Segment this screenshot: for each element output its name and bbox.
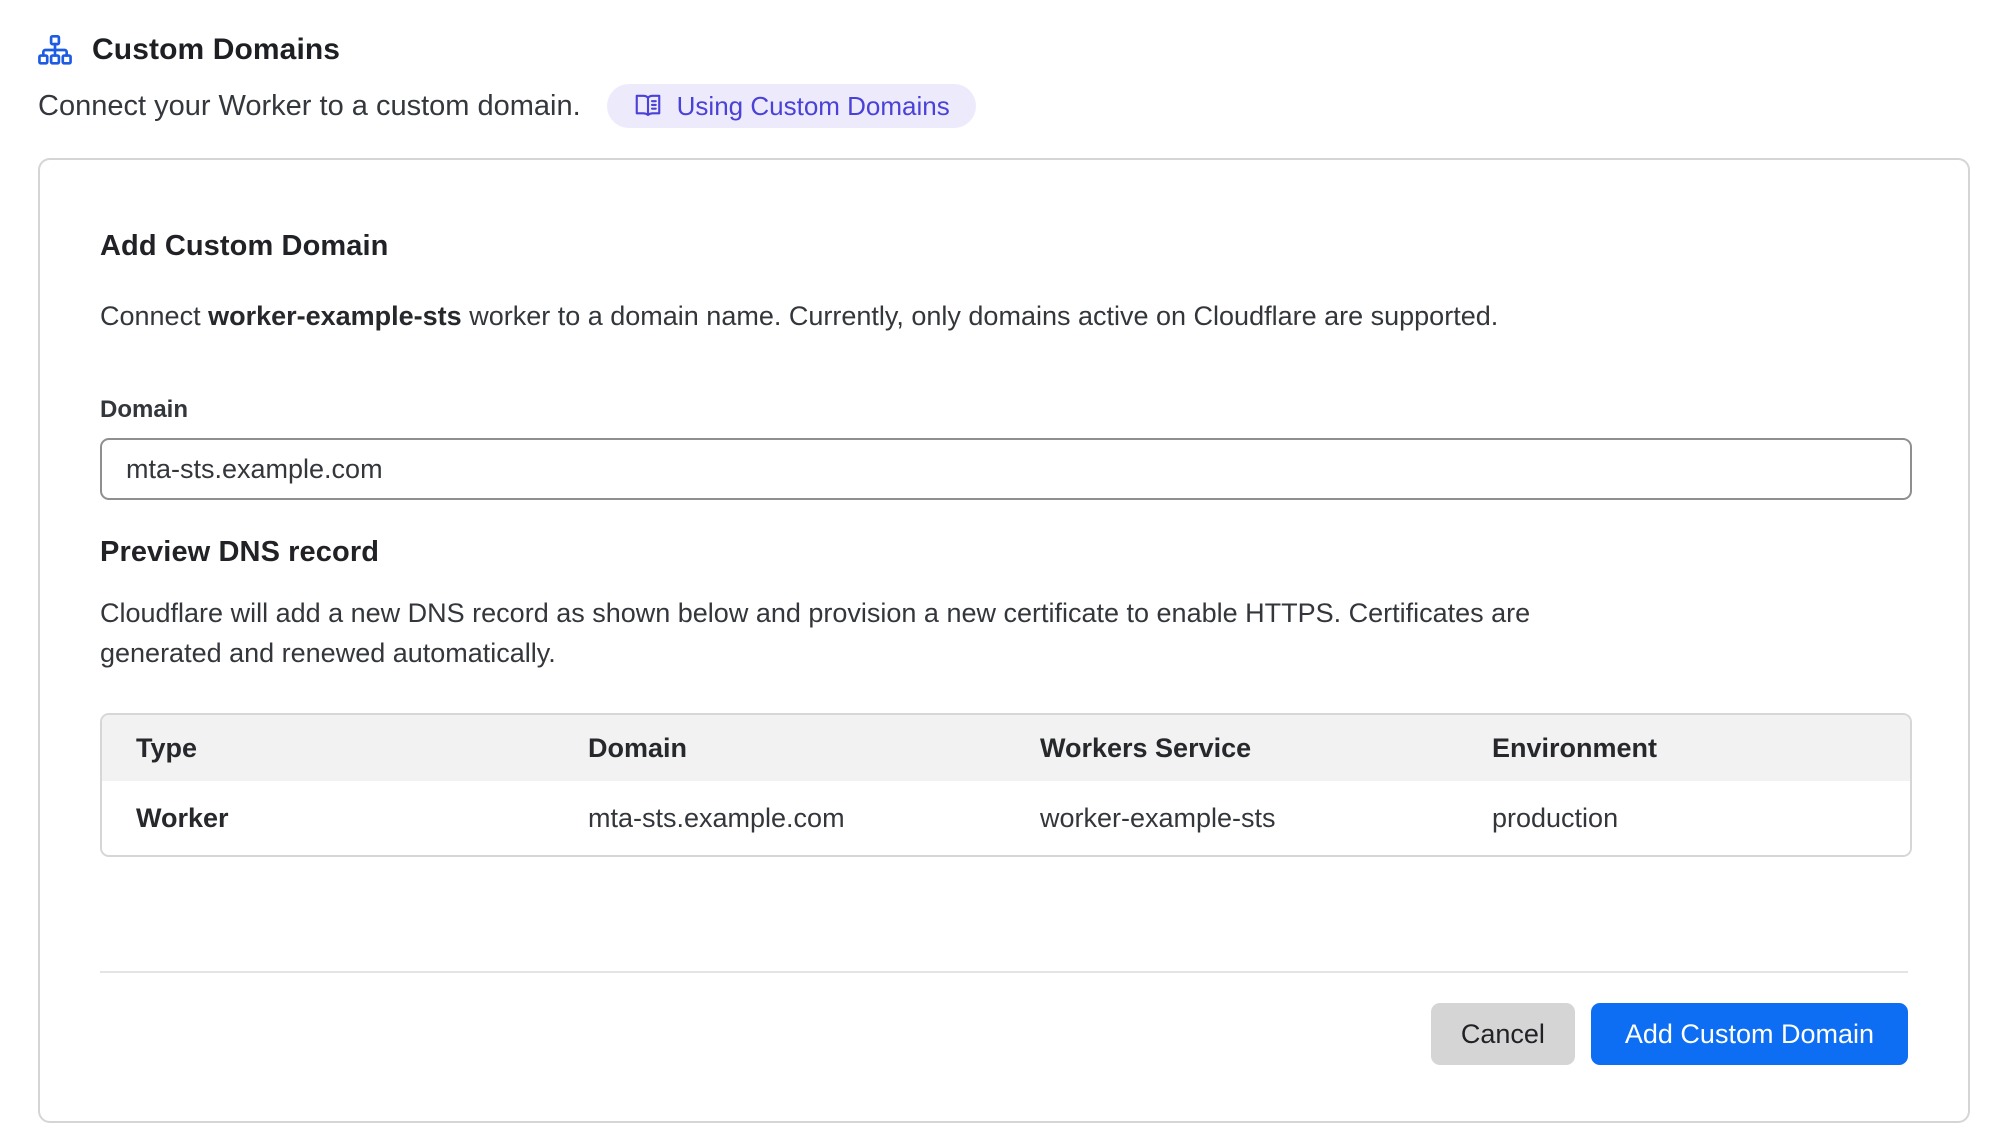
domain-field-label: Domain (100, 396, 1908, 424)
column-header-environment: Environment (1458, 715, 1910, 781)
page-title: Custom Domains (92, 33, 340, 67)
cell-workers-service: worker-example-sts (1006, 781, 1458, 855)
doc-link-label: Using Custom Domains (677, 91, 950, 122)
preview-dns-heading: Preview DNS record (100, 536, 1908, 569)
cell-environment: production (1458, 781, 1910, 855)
column-header-type: Type (102, 715, 554, 781)
table-header-row: Type Domain Workers Service Environment (102, 715, 1910, 781)
cell-type: Worker (102, 781, 554, 855)
column-header-domain: Domain (554, 715, 1006, 781)
footer-divider (100, 971, 1908, 973)
column-header-workers-service: Workers Service (1006, 715, 1458, 781)
page-subtitle: Connect your Worker to a custom domain. (38, 90, 581, 123)
card-heading: Add Custom Domain (100, 230, 1908, 263)
custom-domains-page: Custom Domains Connect your Worker to a … (0, 0, 1999, 1123)
dns-preview-table: Type Domain Workers Service Environment … (100, 713, 1912, 857)
domain-input[interactable] (100, 438, 1912, 500)
using-custom-domains-doc-link[interactable]: Using Custom Domains (607, 84, 976, 128)
sitemap-icon (38, 35, 72, 65)
table-row: Worker mta-sts.example.com worker-exampl… (102, 781, 1910, 855)
book-open-icon (633, 90, 663, 123)
cancel-button[interactable]: Cancel (1431, 1003, 1575, 1065)
preview-dns-description: Cloudflare will add a new DNS record as … (100, 593, 1590, 673)
card-intro-text: Connect worker-example-sts worker to a d… (100, 301, 1908, 332)
add-custom-domain-button[interactable]: Add Custom Domain (1591, 1003, 1908, 1065)
add-custom-domain-card: Add Custom Domain Connect worker-example… (38, 158, 1970, 1123)
page-subheader: Connect your Worker to a custom domain. … (38, 84, 1961, 128)
worker-name: worker-example-sts (208, 301, 462, 331)
footer-actions: Cancel Add Custom Domain (100, 1003, 1908, 1065)
cell-domain: mta-sts.example.com (554, 781, 1006, 855)
page-header: Custom Domains (38, 28, 1961, 72)
